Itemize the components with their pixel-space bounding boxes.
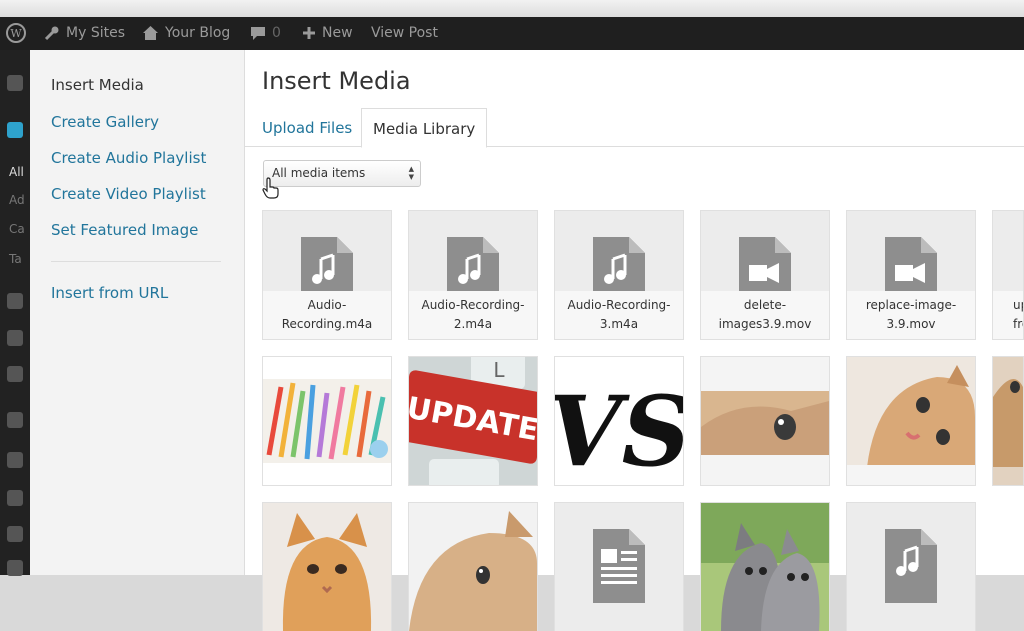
media-filename: Audio-Recording- 2.m4a	[409, 291, 537, 339]
view-post-link[interactable]: View Post	[371, 17, 438, 50]
hand-cursor-icon	[262, 177, 279, 199]
home-icon	[143, 26, 158, 40]
media-item-pencils-image[interactable]	[263, 357, 391, 485]
my-sites-label: My Sites	[66, 25, 125, 41]
settings-rail-icon[interactable]	[7, 560, 23, 576]
media-item-partial[interactable]: upfro	[993, 211, 1023, 339]
tab-media-library[interactable]: Media Library	[361, 108, 488, 148]
sidebar-item-create-gallery[interactable]: Create Gallery	[51, 113, 159, 131]
pin-icon[interactable]	[7, 122, 23, 138]
your-blog-menu[interactable]: Your Blog	[142, 17, 230, 50]
sidebar-item-create-audio-playlist[interactable]: Create Audio Playlist	[51, 149, 206, 167]
appearance-rail-icon[interactable]	[7, 412, 23, 428]
new-menu[interactable]: New	[302, 17, 353, 50]
comment-icon	[251, 27, 265, 40]
media-filename: Audio-Recording- 3.m4a	[555, 291, 683, 339]
media-item-replace-image-video[interactable]: replace-image- 3.9.mov	[847, 211, 975, 339]
comments-rail-icon[interactable]	[7, 366, 23, 382]
media-item-kitten-lying-image[interactable]	[847, 357, 975, 485]
sidebar-item-set-featured-image[interactable]: Set Featured Image	[51, 221, 198, 239]
media-item-audio-partial[interactable]	[847, 503, 975, 631]
sidebar-item-create-video-playlist[interactable]: Create Video Playlist	[51, 185, 206, 203]
media-item-audio-recording-3[interactable]: Audio-Recording- 3.m4a	[555, 211, 683, 339]
wrench-icon	[44, 26, 59, 41]
audio-file-icon	[447, 237, 499, 291]
wordpress-logo-icon[interactable]: W	[6, 17, 32, 50]
comments-count: 0	[272, 25, 281, 41]
svg-text:VS: VS	[555, 375, 683, 485]
svg-text:L: L	[493, 358, 505, 382]
admin-bar: W My Sites Your Blog 0 New View Post	[0, 17, 1024, 50]
new-label: New	[322, 25, 353, 41]
media-item-kitten-partial[interactable]	[993, 357, 1023, 485]
media-item-kitten-peek-image[interactable]	[409, 503, 537, 631]
sidebar-item-insert-media[interactable]: Insert Media	[51, 76, 144, 94]
insert-media-modal: Insert Media Create Gallery Create Audio…	[30, 50, 1024, 631]
media-item-audio-recording-2[interactable]: Audio-Recording- 2.m4a	[409, 211, 537, 339]
sidebar-item-insert-from-url[interactable]: Insert from URL	[51, 284, 168, 302]
media-rail-icon[interactable]	[7, 293, 23, 309]
admin-menu-rail: All Ad Ca Ta	[0, 50, 30, 576]
filter-selected-value: All media items	[272, 166, 366, 180]
media-filename: upfro	[993, 291, 1023, 339]
svg-text:W: W	[10, 27, 22, 40]
users-rail-icon[interactable]	[7, 490, 23, 506]
document-file-icon	[593, 529, 645, 603]
tab-upload-files[interactable]: Upload Files	[262, 108, 352, 146]
sidebar-divider	[51, 261, 221, 262]
media-router-sidebar: Insert Media Create Gallery Create Audio…	[30, 50, 245, 575]
dashboard-icon[interactable]	[7, 75, 23, 91]
plus-icon	[303, 27, 315, 39]
audio-file-icon	[885, 529, 937, 603]
my-sites-menu[interactable]: My Sites	[44, 17, 125, 50]
media-type-filter-select[interactable]: All media items ▲ ▼	[263, 160, 421, 187]
video-file-icon	[739, 237, 791, 291]
media-item-update-key-image[interactable]: L UPDATE	[409, 357, 537, 485]
media-item-vs-image[interactable]: VS	[555, 357, 683, 485]
select-arrows-icon: ▲ ▼	[408, 165, 414, 181]
media-item-two-kittens-image[interactable]	[701, 503, 829, 631]
pages-rail-icon[interactable]	[7, 330, 23, 346]
media-filename: Audio- Recording.m4a	[263, 291, 391, 339]
media-filename: delete-images3.9.mov	[701, 291, 829, 339]
media-item-kitten-eye-image[interactable]	[701, 357, 829, 485]
media-item-audio-recording[interactable]: Audio- Recording.m4a	[263, 211, 391, 339]
audio-file-icon	[301, 237, 353, 291]
media-item-delete-images-video[interactable]: delete-images3.9.mov	[701, 211, 829, 339]
rail-add-new[interactable]: Ad	[9, 193, 25, 207]
your-blog-label: Your Blog	[165, 25, 231, 41]
window-top-strip	[0, 0, 1024, 17]
rail-tags[interactable]: Ta	[9, 252, 22, 266]
audio-file-icon	[593, 237, 645, 291]
media-filename: replace-image- 3.9.mov	[847, 291, 975, 339]
media-item-persian-kitten-image[interactable]	[263, 503, 391, 631]
plugins-rail-icon[interactable]	[7, 452, 23, 468]
comments-menu[interactable]: 0	[250, 17, 281, 50]
rail-categories[interactable]: Ca	[9, 222, 25, 236]
tools-rail-icon[interactable]	[7, 526, 23, 542]
video-file-icon	[885, 237, 937, 291]
page-title: Insert Media	[262, 67, 411, 95]
rail-all-posts[interactable]: All	[9, 165, 24, 179]
media-item-document[interactable]	[555, 503, 683, 631]
